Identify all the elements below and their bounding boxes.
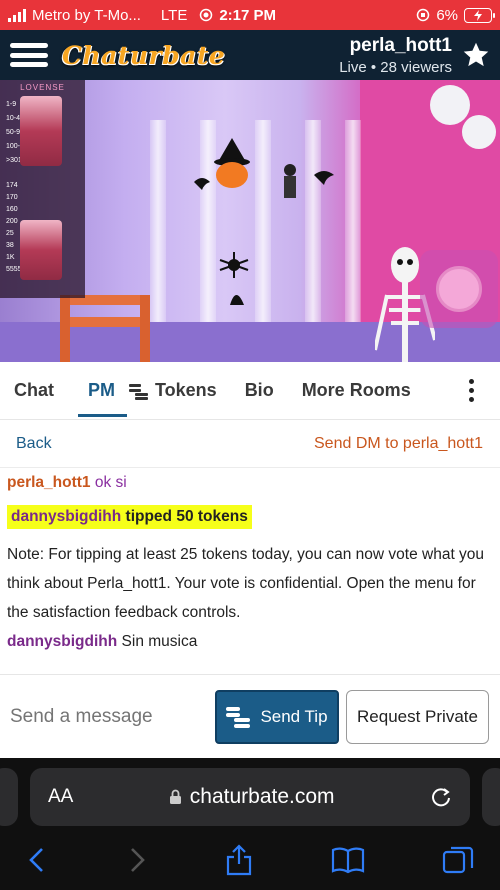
url-text: chaturbate.com [189,785,335,808]
level-row: 160 [6,206,18,213]
message-composer: Send Tip Request Private [0,674,500,758]
status-bar: Metro by T-Mo... LTE 2:17 PM 6% [0,0,500,30]
message-username[interactable]: dannysbigdihh [11,508,121,525]
back-arrow-icon[interactable] [26,847,48,873]
message-username[interactable]: dannysbigdihh [7,633,117,650]
broadcaster-name: perla_hott1 [349,34,452,56]
tab-pm[interactable]: PM [78,362,127,420]
previous-tab-preview[interactable] [0,768,18,826]
share-icon[interactable] [225,844,253,876]
address-bar[interactable]: AA chaturbate.com [30,768,470,826]
back-link[interactable]: Back [16,435,52,453]
level-row: 174 [6,182,18,189]
follow-star-icon[interactable] [462,41,490,69]
lovense-tip-menu: LOVENSE 1-9 10-49 50-99 100-300 >301 174… [0,80,85,298]
message-text: Sin musica [121,633,198,650]
lovense-brand: LOVENSE [20,83,65,92]
tip-text: tipped 50 tokens [125,508,248,525]
message-input[interactable] [10,705,210,728]
browser-toolbar: AA chaturbate.com [0,758,500,890]
tab-tokens[interactable]: Tokens [129,362,217,420]
request-private-button[interactable]: Request Private [346,689,489,744]
tab-bio[interactable]: Bio [245,362,274,420]
tab-more-rooms[interactable]: More Rooms [302,362,411,420]
send-tip-button[interactable]: Send Tip [215,689,339,744]
signal-icon [8,8,26,22]
clock: 2:17 PM [219,6,277,24]
location-icon [200,8,213,22]
reader-options-button[interactable]: AA [48,786,73,808]
tip-notice: dannysbigdihh tipped 50 tokens [7,505,252,529]
tab-chat[interactable]: Chat [14,362,54,420]
reload-icon[interactable] [430,786,452,808]
halloween-decor [194,138,334,305]
carrier-label: Metro by T-Mo... [32,6,141,24]
message-list: perla_hott1 ok si dannysbigdihh tipped 5… [0,468,500,674]
overlay-character-image [20,220,62,280]
level-row: 170 [6,194,18,201]
tabs-icon[interactable] [442,844,474,876]
more-options-icon[interactable] [469,379,474,402]
message-text: ok si [94,474,127,491]
live-status: Live • 28 viewers [339,58,452,76]
coins-icon [226,706,251,728]
lock-icon [169,789,181,804]
next-tab-preview[interactable] [482,768,500,826]
network-label: LTE [160,6,188,24]
chat-message: perla_hott1 ok si [7,471,493,501]
site-logo[interactable]: Chaturbate [62,41,225,70]
tab-bar: Chat PM Tokens Bio More Rooms [0,362,500,420]
battery-percent: 6% [436,6,458,24]
system-note: Note: For tipping at least 25 tokens tod… [7,546,485,621]
video-player[interactable]: LOVENSE 1-9 10-49 50-99 100-300 >301 174… [0,80,500,362]
forward-arrow-icon[interactable] [126,847,148,873]
pm-toolbar: Back Send DM to perla_hott1 [0,420,500,468]
send-dm-link[interactable]: Send DM to perla_hott1 [314,435,483,453]
bookmarks-icon[interactable] [331,846,365,874]
screen: Metro by T-Mo... LTE 2:17 PM 6% Chaturba… [0,0,500,890]
overlay-character-image [20,96,62,166]
site-header: Chaturbate perla_hott1 Live • 28 viewers [0,30,500,80]
battery-icon [464,7,495,23]
rotation-lock-icon [417,8,430,22]
menu-icon[interactable] [10,40,48,70]
chair-decor [60,295,150,362]
message-username[interactable]: perla_hott1 [7,474,91,491]
record-button[interactable] [420,250,498,328]
chat-message: dannysbigdihh Sin musica [7,630,493,654]
coins-icon [129,383,148,400]
